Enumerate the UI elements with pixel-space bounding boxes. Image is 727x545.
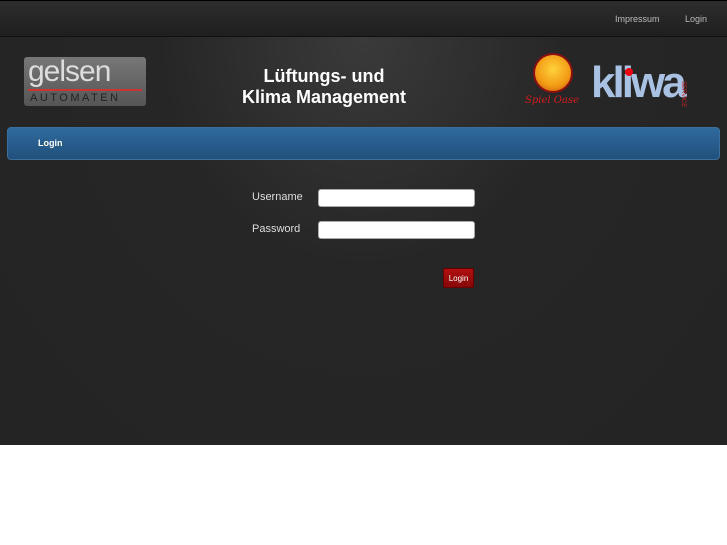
spiel-oase-logo-icon [533,53,573,93]
title-line-2: Klima Management [241,87,407,107]
section-title: Login [38,138,63,148]
logo-line [28,89,142,91]
spiel-oase-logo-text: Spiel Oase [525,95,579,106]
logo-sub: AUTOMATEN [30,92,121,104]
impressum-link[interactable]: Impressum [615,14,660,24]
title-line-1: Lüftungs- und [263,66,385,86]
kliwa-logo: kliwa [591,58,687,107]
logo-word: gelsen [28,55,111,88]
username-label: Username [252,191,303,203]
password-input[interactable] [318,221,475,239]
gelsen-automaten-logo: gelsen AUTOMATEN [24,55,146,106]
login-button[interactable]: Login [443,268,474,288]
main-area: gelsen AUTOMATEN Lüftungs- und Klima Man… [0,37,727,445]
section-bar: Login [7,127,720,160]
login-link[interactable]: Login [685,14,707,24]
password-label: Password [252,223,301,235]
top-navbar: Impressum Login [0,0,727,37]
page-title: Lüftungs- und Klima Management [200,66,448,108]
kliwa-service-text: SERVICE [680,81,686,108]
username-input[interactable] [318,189,475,207]
kliwa-dot [625,68,633,76]
